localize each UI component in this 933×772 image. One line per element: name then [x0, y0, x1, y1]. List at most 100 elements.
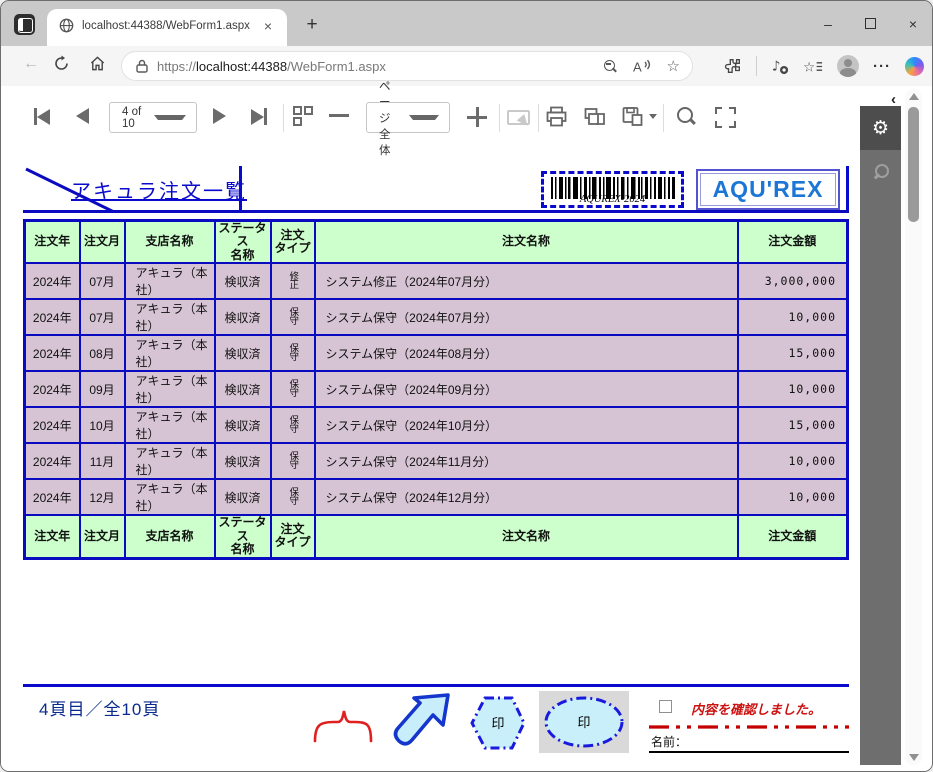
refresh-icon[interactable] — [53, 55, 70, 72]
table-cell: 2024年 — [25, 335, 80, 371]
table-cell: 2024年 — [25, 479, 80, 515]
multipage-view-button[interactable] — [293, 106, 315, 128]
select-tool-button-disabled — [507, 108, 531, 128]
gear-icon: ⚙ — [872, 117, 889, 140]
column-header: 支店名称 — [125, 221, 215, 264]
company-logo: AQU'REX — [696, 169, 840, 210]
table-cell: システム保守（2024年08月分） — [315, 335, 738, 371]
confirm-label: 内容を確認しました。 — [691, 699, 821, 718]
close-button[interactable]: × — [904, 16, 922, 32]
report-title: アキュラ注文一覧 — [71, 175, 247, 204]
last-page-button[interactable] — [251, 108, 267, 125]
address-input[interactable]: https://localhost:44388/WebForm1.aspx A … — [121, 51, 693, 81]
media-icon[interactable]: ♪ — [771, 57, 789, 75]
scrollbar-thumb[interactable] — [908, 107, 919, 222]
url-text: https://localhost:44388/WebForm1.aspx — [157, 59, 588, 74]
chevron-down-icon — [409, 115, 439, 120]
table-cell: 07月 — [80, 299, 125, 335]
table-cell: 保守 — [271, 371, 315, 407]
fullscreen-button[interactable] — [715, 107, 736, 128]
table-cell: システム保守（2024年11月分） — [315, 443, 738, 479]
zoom-out-button[interactable] — [329, 114, 349, 117]
browser-addressbar: ← https://localhost:44388/WebForm1.aspx … — [1, 46, 932, 86]
svg-text:A: A — [633, 59, 642, 74]
minimize-button[interactable]: – — [819, 16, 837, 32]
report-header: アキュラ注文一覧 AQUREX-2024 AQU' — [23, 166, 849, 213]
read-aloud-icon[interactable]: A — [633, 59, 651, 74]
browser-titlebar: localhost:44388/WebForm1.aspx × + – × — [1, 1, 932, 46]
table-cell: 保守 — [271, 299, 315, 335]
page-content: 4 of 10 ページ全体 — [1, 86, 932, 771]
first-page-button[interactable] — [34, 108, 50, 125]
lock-icon[interactable] — [136, 59, 148, 73]
scroll-up-icon[interactable] — [909, 93, 919, 100]
print-layout-icon[interactable] — [583, 105, 607, 128]
copilot-icon[interactable] — [905, 57, 924, 76]
save-icon — [621, 105, 645, 128]
home-icon[interactable] — [89, 55, 106, 72]
chevron-down-icon — [649, 114, 657, 119]
vertical-scrollbar[interactable] — [905, 89, 922, 765]
confirm-checkbox[interactable] — [659, 700, 672, 713]
zoom-mode-dropdown[interactable]: ページ全体 — [366, 102, 450, 133]
favorite-star-icon[interactable]: ☆ — [667, 57, 680, 75]
next-page-button[interactable] — [213, 108, 226, 124]
maximize-button[interactable] — [865, 18, 876, 29]
table-cell: 2024年 — [25, 299, 80, 335]
print-icon[interactable] — [545, 105, 568, 128]
toolbar-divider — [283, 104, 284, 132]
globe-icon — [59, 18, 74, 33]
table-cell: 10月 — [80, 407, 125, 443]
search-panel-button[interactable] — [860, 150, 901, 194]
header-right-line — [846, 166, 849, 210]
browser-window: localhost:44388/WebForm1.aspx × + – × ← … — [0, 0, 933, 772]
table-cell: システム修正（2024年07月分） — [315, 263, 738, 299]
table-cell: 09月 — [80, 371, 125, 407]
toolbar-divider — [499, 104, 500, 132]
table-cell: アキュラ（本社） — [125, 443, 215, 479]
red-brace-annotation — [311, 707, 375, 743]
column-header: 注文年 — [25, 221, 80, 264]
table-cell: アキュラ（本社） — [125, 371, 215, 407]
table-cell: 15,000 — [738, 407, 848, 443]
hex-stamp-label: 印 — [491, 716, 504, 731]
header-divider-line — [239, 166, 242, 210]
extensions-icon[interactable] — [724, 57, 742, 75]
search-icon — [873, 164, 889, 180]
table-cell: 検収済 — [215, 479, 271, 515]
table-cell: アキュラ（本社） — [125, 335, 215, 371]
zoom-in-button[interactable] — [467, 107, 487, 127]
search-button[interactable] — [677, 107, 696, 126]
scroll-down-icon[interactable] — [909, 754, 919, 761]
profile-avatar[interactable] — [837, 55, 859, 77]
tab-title: localhost:44388/WebForm1.aspx — [82, 20, 259, 32]
back-icon[interactable]: ← — [23, 55, 39, 73]
previous-page-button[interactable] — [76, 108, 89, 124]
zoom-out-icon[interactable] — [604, 60, 617, 73]
table-cell: 10,000 — [738, 299, 848, 335]
column-header: 注文名称 — [315, 515, 738, 558]
table-cell: 保守 — [271, 407, 315, 443]
browser-tab[interactable]: localhost:44388/WebForm1.aspx × — [47, 9, 287, 46]
new-tab-button[interactable]: + — [301, 14, 323, 36]
favorites-bar-icon[interactable]: ☆ — [803, 58, 823, 75]
table-cell: 10,000 — [738, 479, 848, 515]
table-cell: アキュラ（本社） — [125, 263, 215, 299]
order-table-body: 注文年注文月支店名称ステータス 名称注文 タイプ注文名称注文金額2024年07月… — [25, 221, 848, 559]
barcode: AQUREX-2024 — [541, 171, 684, 208]
table-cell: 2024年 — [25, 443, 80, 479]
settings-panel-button[interactable]: ⚙ — [860, 106, 901, 150]
page-number-dropdown[interactable]: 4 of 10 — [109, 102, 197, 133]
table-cell: 10,000 — [738, 371, 848, 407]
toolbar-divider — [756, 56, 757, 76]
workspaces-icon[interactable] — [14, 14, 35, 35]
table-cell: 12月 — [80, 479, 125, 515]
table-cell: システム保守（2024年12月分） — [315, 479, 738, 515]
table-cell: 11月 — [80, 443, 125, 479]
table-row: 2024年07月アキュラ（本社）検収済修正システム修正（2024年07月分）3,… — [25, 263, 848, 299]
tab-close-icon[interactable]: × — [259, 18, 277, 34]
settings-menu-icon[interactable]: ··· — [873, 58, 891, 75]
export-save-button[interactable] — [621, 105, 657, 128]
table-cell: 検収済 — [215, 443, 271, 479]
table-cell: 07月 — [80, 263, 125, 299]
